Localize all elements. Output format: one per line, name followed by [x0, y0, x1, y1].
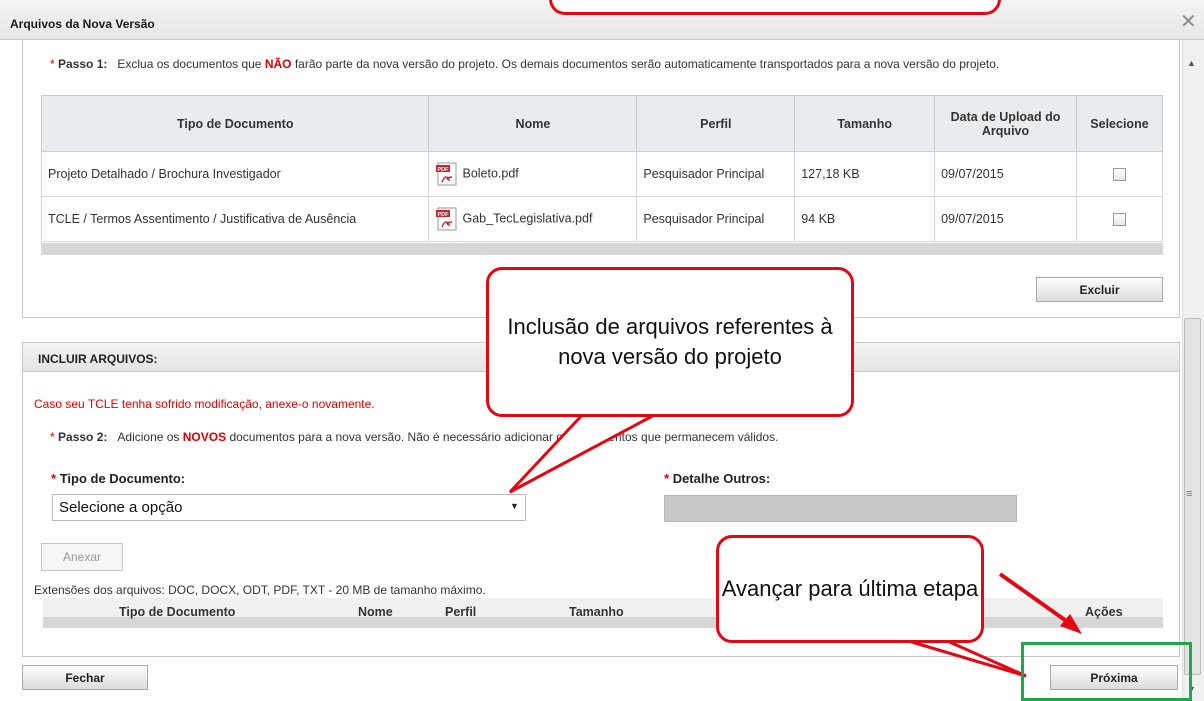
annotation-highlight-box: [1021, 642, 1192, 701]
annotation-callout-top: [549, 0, 1001, 15]
annotation-callout-avancar: Avançar para última etapa: [716, 535, 984, 643]
callout2-pointer: [904, 638, 1027, 678]
annotation-arrow-line: [998, 572, 1074, 627]
annotation-callout-inclusao: Inclusão de arquivos referentes à nova v…: [486, 267, 854, 417]
callout1-pointer: [508, 410, 661, 494]
